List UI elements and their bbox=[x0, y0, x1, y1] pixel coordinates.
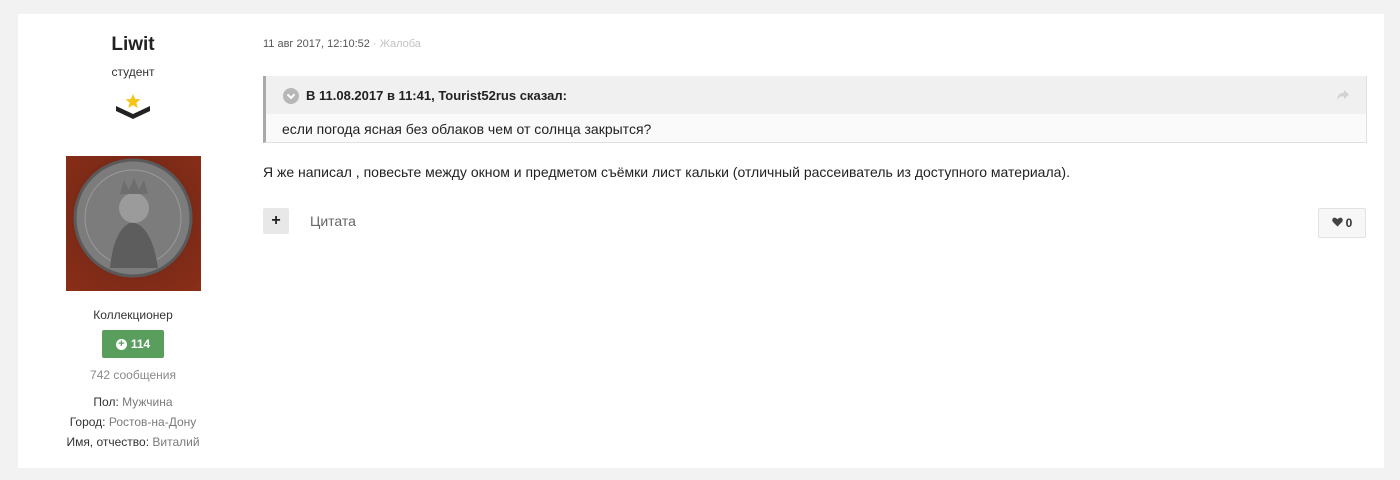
forum-post: Liwit студент Коллекционер + 114 742 соо… bbox=[18, 14, 1384, 468]
heart-icon bbox=[1331, 216, 1343, 230]
field-label: Пол: bbox=[93, 395, 119, 409]
rank-star-chevron-icon bbox=[114, 94, 152, 120]
profile-field: Пол: Мужчина bbox=[18, 394, 248, 414]
quote-button[interactable]: Цитата bbox=[310, 213, 356, 229]
reputation-count: 114 bbox=[130, 337, 151, 351]
avatar[interactable] bbox=[66, 156, 201, 291]
field-value: Ростов-на-Дону bbox=[108, 415, 197, 429]
multiquote-button[interactable]: + bbox=[263, 208, 289, 234]
post-count: 742 сообщения bbox=[90, 368, 176, 382]
author-title: студент bbox=[111, 65, 155, 79]
chevron-down-icon[interactable] bbox=[283, 88, 299, 104]
profile-field: Имя, отчество: Виталий bbox=[18, 434, 248, 454]
author-name[interactable]: Liwit bbox=[18, 34, 248, 56]
meta-separator: · bbox=[372, 38, 377, 50]
field-value: Виталий bbox=[152, 435, 200, 449]
like-button[interactable]: 0 bbox=[1318, 208, 1366, 238]
quote-block: В 11.08.2017 в 11:41, Tourist52rus сказа… bbox=[263, 76, 1367, 143]
reputation-badge[interactable]: + 114 bbox=[102, 330, 164, 358]
quote-citation: В 11.08.2017 в 11:41, Tourist52rus сказа… bbox=[306, 88, 567, 103]
plus-circle-icon: + bbox=[115, 338, 127, 350]
member-group: Коллекционер bbox=[93, 308, 173, 322]
field-value: Мужчина bbox=[122, 395, 173, 409]
quote-header[interactable]: В 11.08.2017 в 11:41, Tourist52rus сказа… bbox=[266, 76, 1366, 114]
post-content: 11 авг 2017, 12:10:52 · Жалоба В 11.08.2… bbox=[263, 14, 1367, 468]
field-label: Имя, отчество: bbox=[66, 435, 150, 449]
post-body-text: Я же написал , повесьте между окном и пр… bbox=[263, 164, 1070, 180]
quote-text: если погода ясная без облаков чем от сол… bbox=[282, 121, 652, 137]
post-date[interactable]: 11 авг 2017, 12:10:52 bbox=[263, 38, 370, 50]
field-label: Город: bbox=[69, 415, 106, 429]
share-icon[interactable] bbox=[1336, 88, 1350, 106]
like-count: 0 bbox=[1345, 216, 1353, 230]
report-link[interactable]: Жалоба bbox=[380, 38, 421, 50]
profile-fields: Пол: Мужчина Город: Ростов-на-Дону Имя, … bbox=[18, 394, 248, 454]
post-meta: 11 авг 2017, 12:10:52 · Жалоба bbox=[263, 38, 421, 50]
author-panel: Liwit студент Коллекционер + 114 742 соо… bbox=[18, 14, 248, 468]
profile-field: Город: Ростов-на-Дону bbox=[18, 414, 248, 434]
